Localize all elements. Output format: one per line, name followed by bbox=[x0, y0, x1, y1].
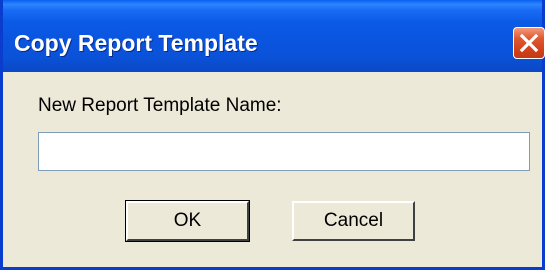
ok-button[interactable]: OK bbox=[125, 200, 250, 242]
copy-report-template-dialog: Copy Report Template New Report Template… bbox=[0, 0, 545, 270]
template-name-input[interactable] bbox=[38, 132, 530, 171]
dialog-body: New Report Template Name: OK Cancel bbox=[3, 72, 542, 267]
cancel-button[interactable]: Cancel bbox=[292, 201, 415, 241]
close-button[interactable] bbox=[513, 27, 545, 59]
title-bar[interactable]: Copy Report Template bbox=[3, 0, 545, 72]
dialog-title: Copy Report Template bbox=[14, 30, 258, 56]
close-icon bbox=[519, 33, 539, 53]
template-name-label: New Report Template Name: bbox=[38, 95, 282, 116]
